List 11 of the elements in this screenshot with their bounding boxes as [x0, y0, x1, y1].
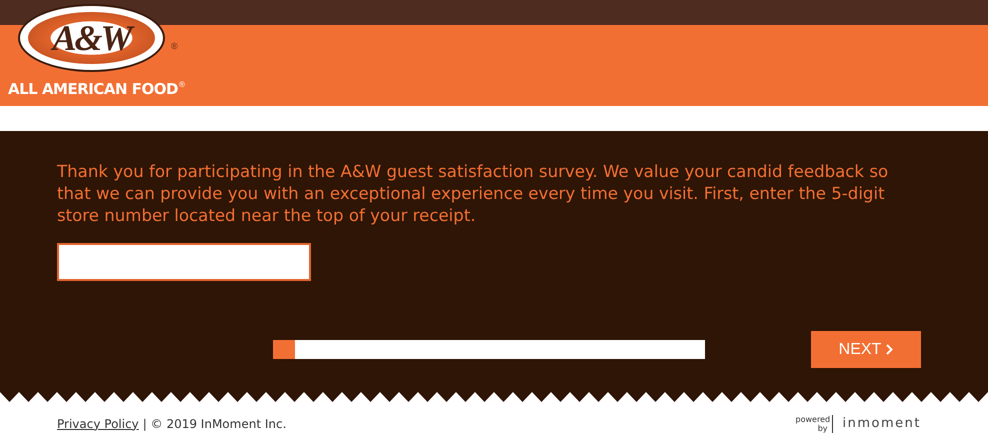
privacy-policy-link[interactable]: Privacy Policy [57, 416, 139, 430]
chevron-right-icon [886, 344, 894, 355]
store-number-field[interactable] [57, 243, 311, 281]
logo-tagline: ALL AMERICAN FOOD [8, 80, 178, 98]
powered-by-text: powered by [796, 414, 833, 432]
logo-mark: A&W [52, 17, 131, 59]
intro-text: Thank you for participating in the A&W guest satisfaction survey. We value your candid feedback so that we can provide you with an exceptional experience every time you visit. First, enter the 5-digit store number located near the top of your receipt. [57, 161, 890, 227]
registered-mark: ® [171, 41, 178, 51]
registered-mark: ® [178, 80, 185, 89]
copyright-text: | © 2019 InMoment Inc. [142, 416, 286, 430]
brand-logo: inmoment [842, 416, 921, 431]
